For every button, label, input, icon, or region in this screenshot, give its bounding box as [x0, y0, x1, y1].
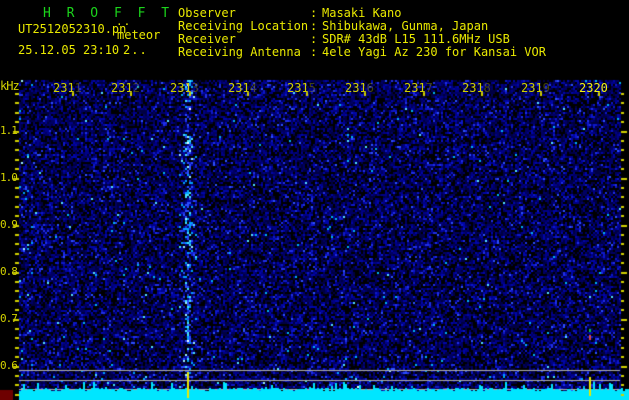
x-axis-label: 2317 — [404, 81, 433, 95]
y-axis-label: 1.1 — [0, 124, 18, 137]
receiver-info: Observer: Masaki Kano Receiving Location:… — [178, 7, 546, 59]
x-axis-label: 2314 — [228, 81, 257, 95]
y-axis-label: 0.7 — [0, 312, 18, 325]
elapsed-label: 2.. — [123, 43, 148, 57]
x-axis-label: 2316 — [345, 81, 374, 95]
info-value: 4ele Yagi Az 230 for Kansai VOR — [322, 45, 546, 59]
y-axis-label: 0.6 — [0, 359, 18, 372]
y-axis-label: 0.9 — [0, 218, 18, 231]
hrofft-window: H R O F F T UT2512052310.pn .. meteor 25… — [0, 0, 629, 400]
x-axis-label: 2311 — [53, 81, 82, 95]
info-row: Receiving Antenna:4ele Yagi Az 230 for K… — [178, 46, 546, 59]
y-axis-label: 0.8 — [0, 265, 18, 278]
x-axis-label: 2312 — [111, 81, 140, 95]
khz-unit-label: kHz — [0, 79, 20, 93]
filename-label: UT2512052310.pn — [18, 22, 127, 36]
x-axis-label: 2313 — [170, 81, 199, 95]
x-axis-label: 2315 — [287, 81, 316, 95]
overlap-mark: .. — [116, 15, 132, 28]
x-axis-label: 2320 — [579, 81, 608, 95]
station-label: meteor — [117, 28, 161, 42]
info-colon: : — [310, 45, 318, 59]
datetime-label: 25.12.05 23:10 — [18, 43, 120, 57]
x-axis-label: 2318 — [462, 81, 491, 95]
app-title: H R O F F T — [43, 6, 174, 21]
spectrogram-canvas — [0, 0, 629, 400]
y-axis-label: 1.0 — [0, 171, 18, 184]
info-label: Receiving Antenna — [178, 45, 301, 59]
x-axis-label: 2319 — [521, 81, 550, 95]
